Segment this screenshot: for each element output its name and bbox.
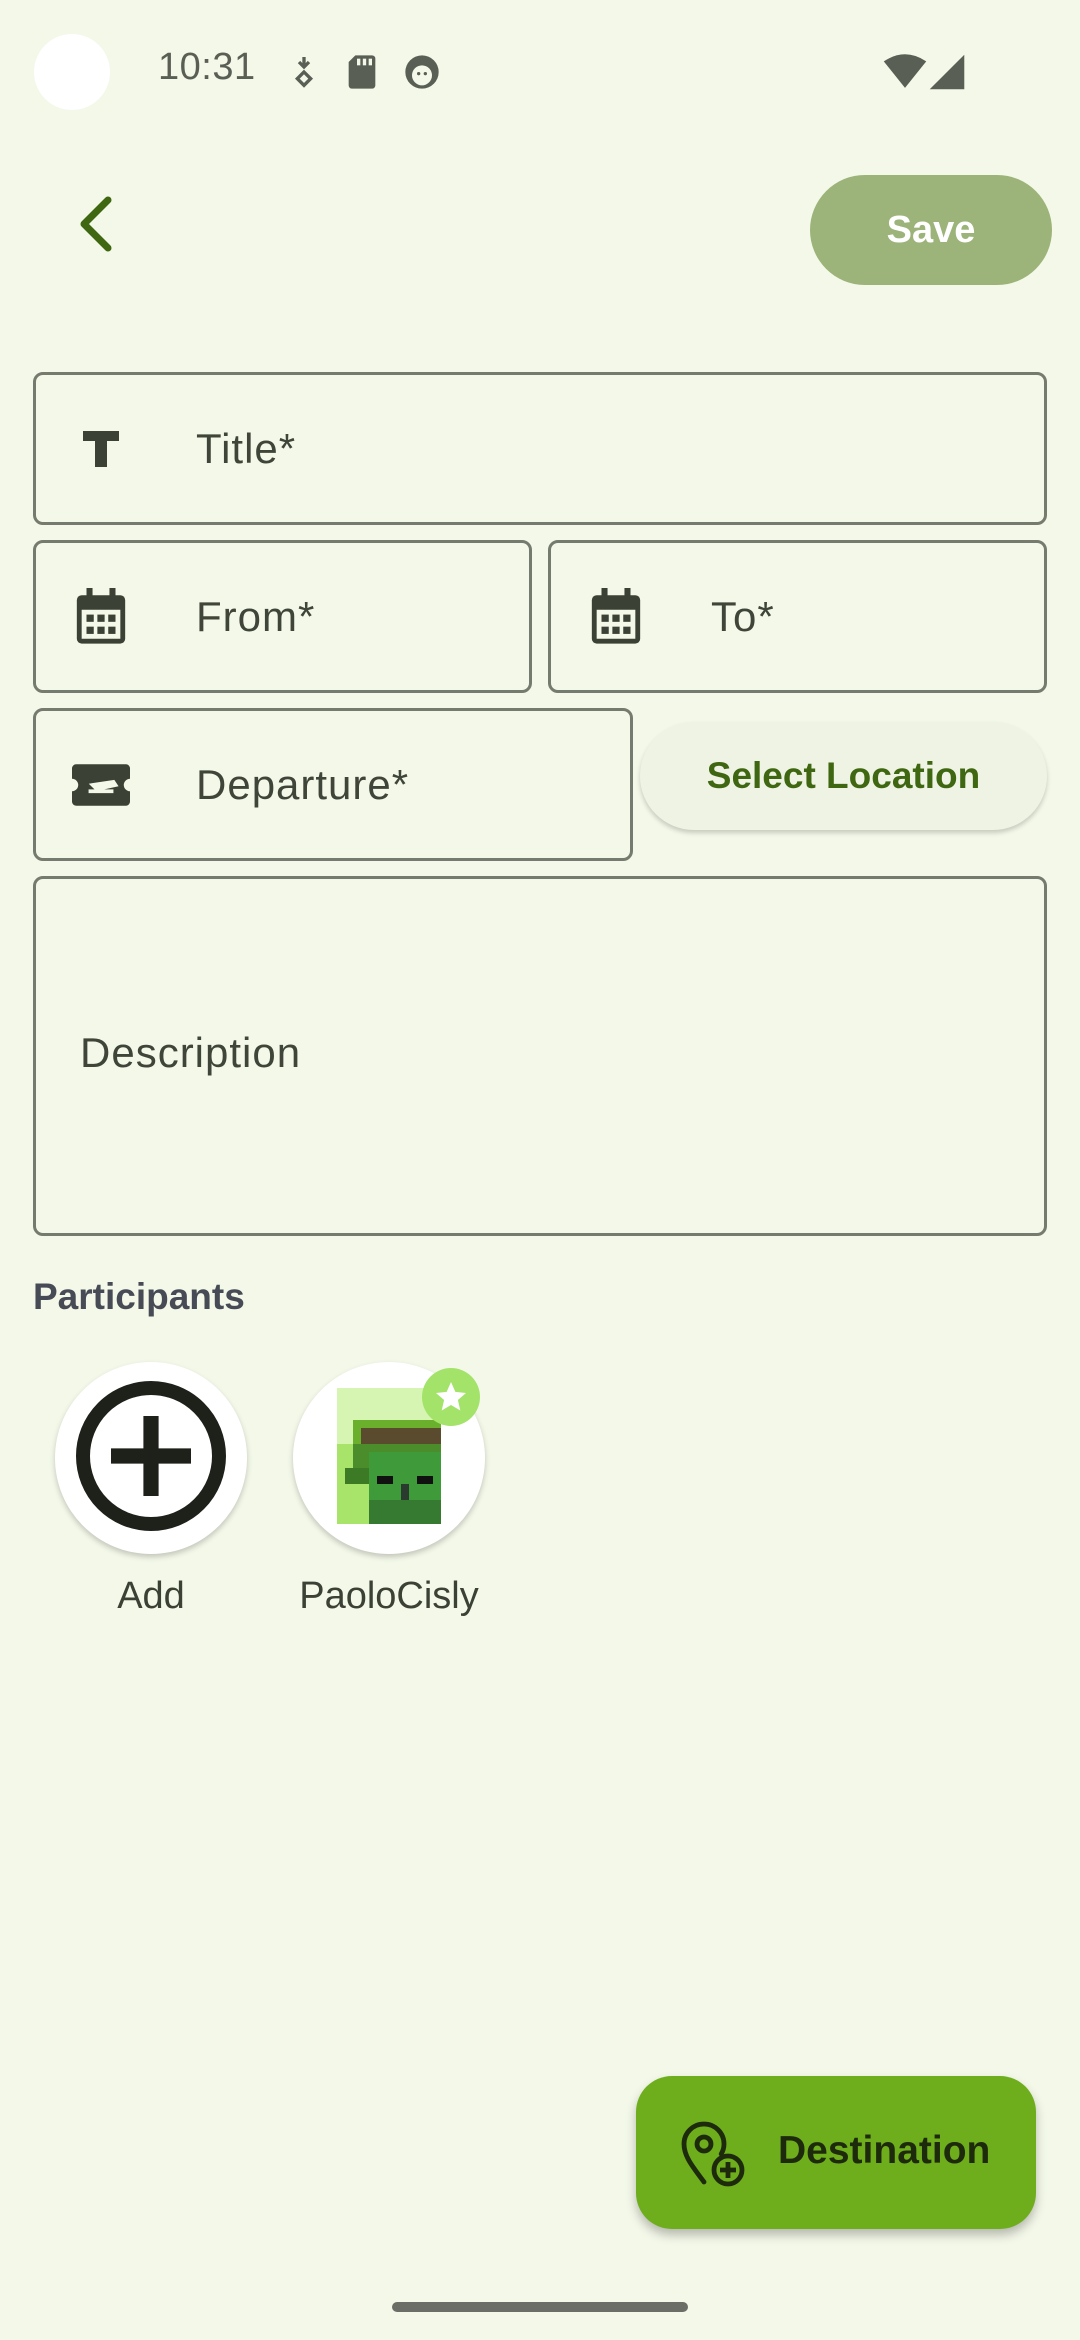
description-field[interactable]: Description: [33, 876, 1047, 1236]
add-circle-icon: [71, 1376, 231, 1541]
fab-label: Destination: [778, 2129, 991, 2172]
departure-field[interactable]: Departure*: [33, 708, 633, 861]
home-indicator[interactable]: [392, 2302, 688, 2312]
to-field-label: To*: [711, 592, 775, 640]
chevron-left-icon: [76, 196, 116, 257]
front-camera: [34, 34, 110, 110]
title-field-label: Title*: [196, 424, 297, 472]
status-time: 10:31: [158, 46, 256, 88]
wifi-icon: [882, 52, 928, 92]
from-date-field[interactable]: From*: [33, 540, 532, 693]
departure-field-label: Departure*: [196, 760, 410, 808]
participant-name: PaoloCisly: [299, 1575, 479, 1617]
star-icon: [422, 1368, 480, 1426]
flight-ticket-icon: [72, 756, 130, 814]
description-field-label: Description: [80, 1029, 302, 1076]
save-button[interactable]: Save: [810, 175, 1052, 285]
signal-icon: [928, 52, 966, 92]
add-location-icon: [676, 2118, 748, 2190]
text-t-icon: [72, 420, 130, 478]
back-button[interactable]: [60, 190, 132, 262]
calendar-icon: [72, 587, 130, 646]
add-participant-label: Add: [117, 1575, 185, 1617]
from-field-label: From*: [196, 592, 316, 640]
title-field[interactable]: Title*: [33, 372, 1047, 525]
participants-heading: Participants: [33, 1276, 245, 1317]
face-icon: [402, 52, 442, 92]
to-date-field[interactable]: To*: [548, 540, 1047, 693]
calendar-icon: [587, 587, 645, 646]
sd-card-icon: [342, 52, 382, 92]
select-location-button[interactable]: Select Location: [640, 722, 1047, 830]
add-destination-fab[interactable]: Destination: [636, 2076, 1036, 2229]
add-participant-button[interactable]: [55, 1362, 247, 1554]
download-icon: [284, 52, 324, 92]
